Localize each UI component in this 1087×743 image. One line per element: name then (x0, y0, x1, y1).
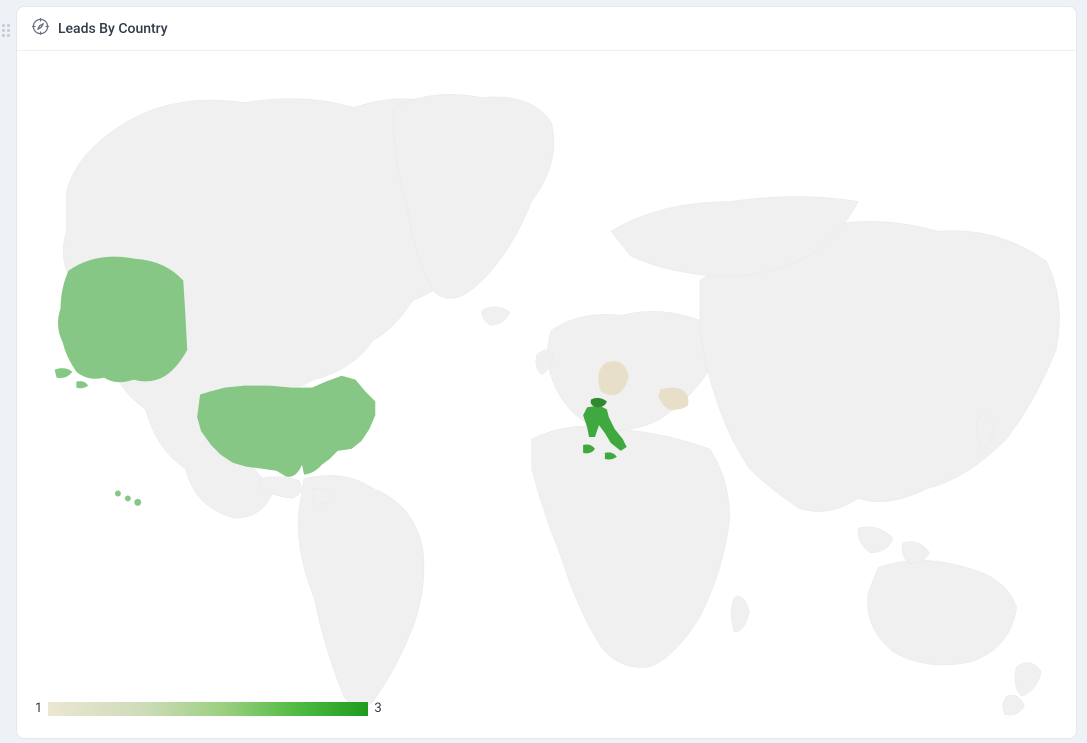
card-title: Leads By Country (58, 21, 168, 37)
leads-by-country-card: Leads By Country (16, 6, 1077, 739)
legend-gradient (48, 702, 368, 716)
card-header: Leads By Country (17, 7, 1076, 51)
legend-min: 1 (35, 701, 42, 716)
compass-icon (31, 17, 50, 40)
legend-max: 3 (374, 701, 381, 716)
legend: 1 3 (35, 701, 382, 716)
country-usa-alaska[interactable] (55, 257, 188, 389)
country-usa-hawaii[interactable] (115, 491, 141, 506)
world-map[interactable]: 1 3 (17, 51, 1076, 738)
drag-handle[interactable] (2, 24, 12, 38)
